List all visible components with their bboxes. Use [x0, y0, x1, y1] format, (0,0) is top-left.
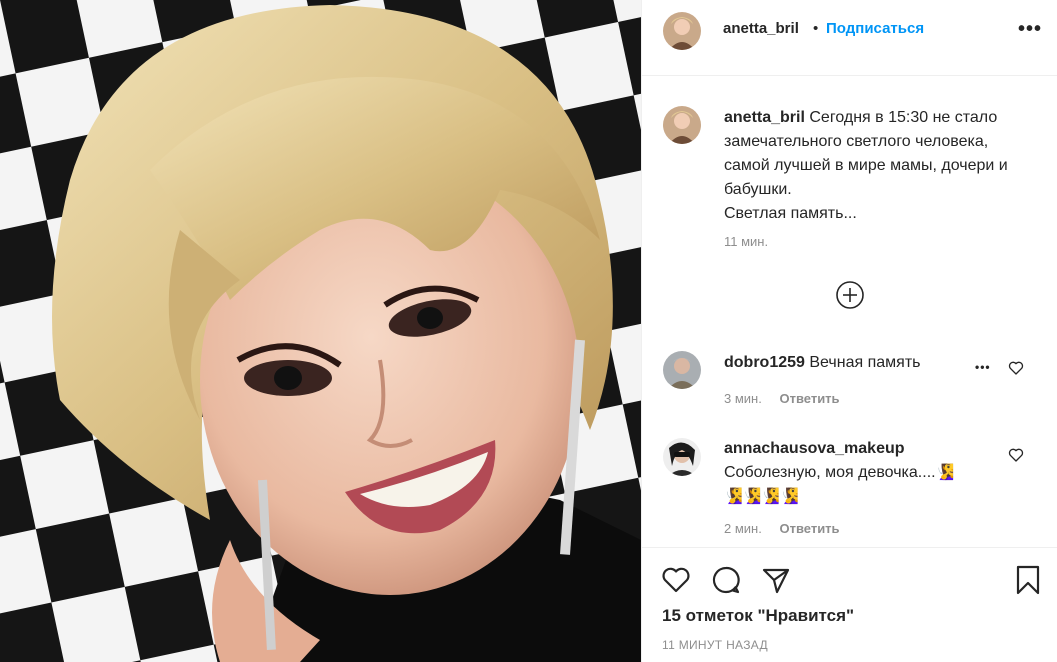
action-bar: 15 отметок "Нравится" 11 МИНУТ НАЗАД — [642, 547, 1057, 662]
avatar-image — [663, 438, 701, 476]
emoji-line: 🧏‍♀️🧏‍♀️🧏‍♀️🧏‍♀️ — [724, 488, 799, 505]
follow-button[interactable]: Подписаться — [826, 20, 924, 37]
emoji-inline: 🧏‍♀️ — [935, 464, 955, 481]
author-username[interactable]: anetta_bril — [723, 20, 799, 37]
avatar-image — [663, 351, 701, 389]
caption-time: 11 мин. — [724, 234, 768, 249]
author-avatar[interactable] — [663, 12, 701, 50]
avatar-image — [663, 106, 701, 144]
comment-username[interactable]: dobro1259 — [724, 354, 805, 371]
heart-icon — [1008, 361, 1024, 375]
caption-avatar[interactable] — [663, 106, 701, 144]
like-button[interactable] — [660, 564, 692, 596]
paper-plane-icon — [762, 568, 790, 594]
load-more-comments-button[interactable] — [835, 280, 865, 310]
comment-text: Соболезную, моя девочка.... — [724, 464, 936, 481]
bookmark-icon — [1016, 565, 1040, 595]
comment-options-icon[interactable]: ••• — [975, 360, 991, 374]
comment-meta: 3 мин. Ответить — [724, 391, 840, 406]
comment-bubble-icon — [712, 566, 740, 594]
post-header: anetta_bril • Подписаться ••• — [642, 0, 1057, 76]
post-photo[interactable] — [0, 0, 641, 662]
share-button[interactable] — [760, 564, 792, 596]
caption-timestamp[interactable]: 11 мин. — [724, 234, 768, 249]
comment-timestamp[interactable]: 2 мин. — [724, 521, 762, 536]
portrait-image — [0, 0, 641, 662]
plus-circle-icon — [836, 281, 864, 309]
reply-button[interactable]: Ответить — [779, 521, 839, 536]
post-side-panel: anetta_bril • Подписаться ••• anetta_bri… — [641, 0, 1057, 662]
avatar-image — [663, 12, 701, 50]
more-options-icon[interactable]: ••• — [1018, 18, 1042, 41]
heart-icon — [662, 567, 690, 593]
post-caption: anetta_bril Сегодня в 15:30 не стало зам… — [724, 106, 1034, 226]
commenter-avatar[interactable] — [663, 351, 701, 389]
comment-meta: 2 мин. Ответить — [724, 521, 840, 536]
heart-icon — [1008, 448, 1024, 462]
comment-item: dobro1259 Вечная память — [724, 351, 1004, 375]
comment-like-button[interactable] — [1008, 447, 1026, 465]
comment-like-button[interactable] — [1008, 360, 1026, 378]
post-time-ago[interactable]: 11 МИНУТ НАЗАД — [662, 638, 768, 652]
comment-username[interactable]: annachausova_makeup — [724, 440, 905, 457]
caption-username[interactable]: anetta_bril — [724, 109, 805, 126]
comment-item: annachausova_makeup Соболезную, моя дево… — [724, 437, 1004, 509]
reply-button[interactable]: Ответить — [779, 391, 839, 406]
commenter-avatar[interactable] — [663, 438, 701, 476]
separator-dot: • — [813, 20, 819, 37]
comment-button[interactable] — [710, 564, 742, 596]
comment-timestamp[interactable]: 3 мин. — [724, 391, 762, 406]
likes-count[interactable]: 15 отметок "Нравится" — [662, 606, 854, 626]
save-button[interactable] — [1012, 564, 1044, 596]
comment-text: Вечная память — [809, 354, 921, 371]
